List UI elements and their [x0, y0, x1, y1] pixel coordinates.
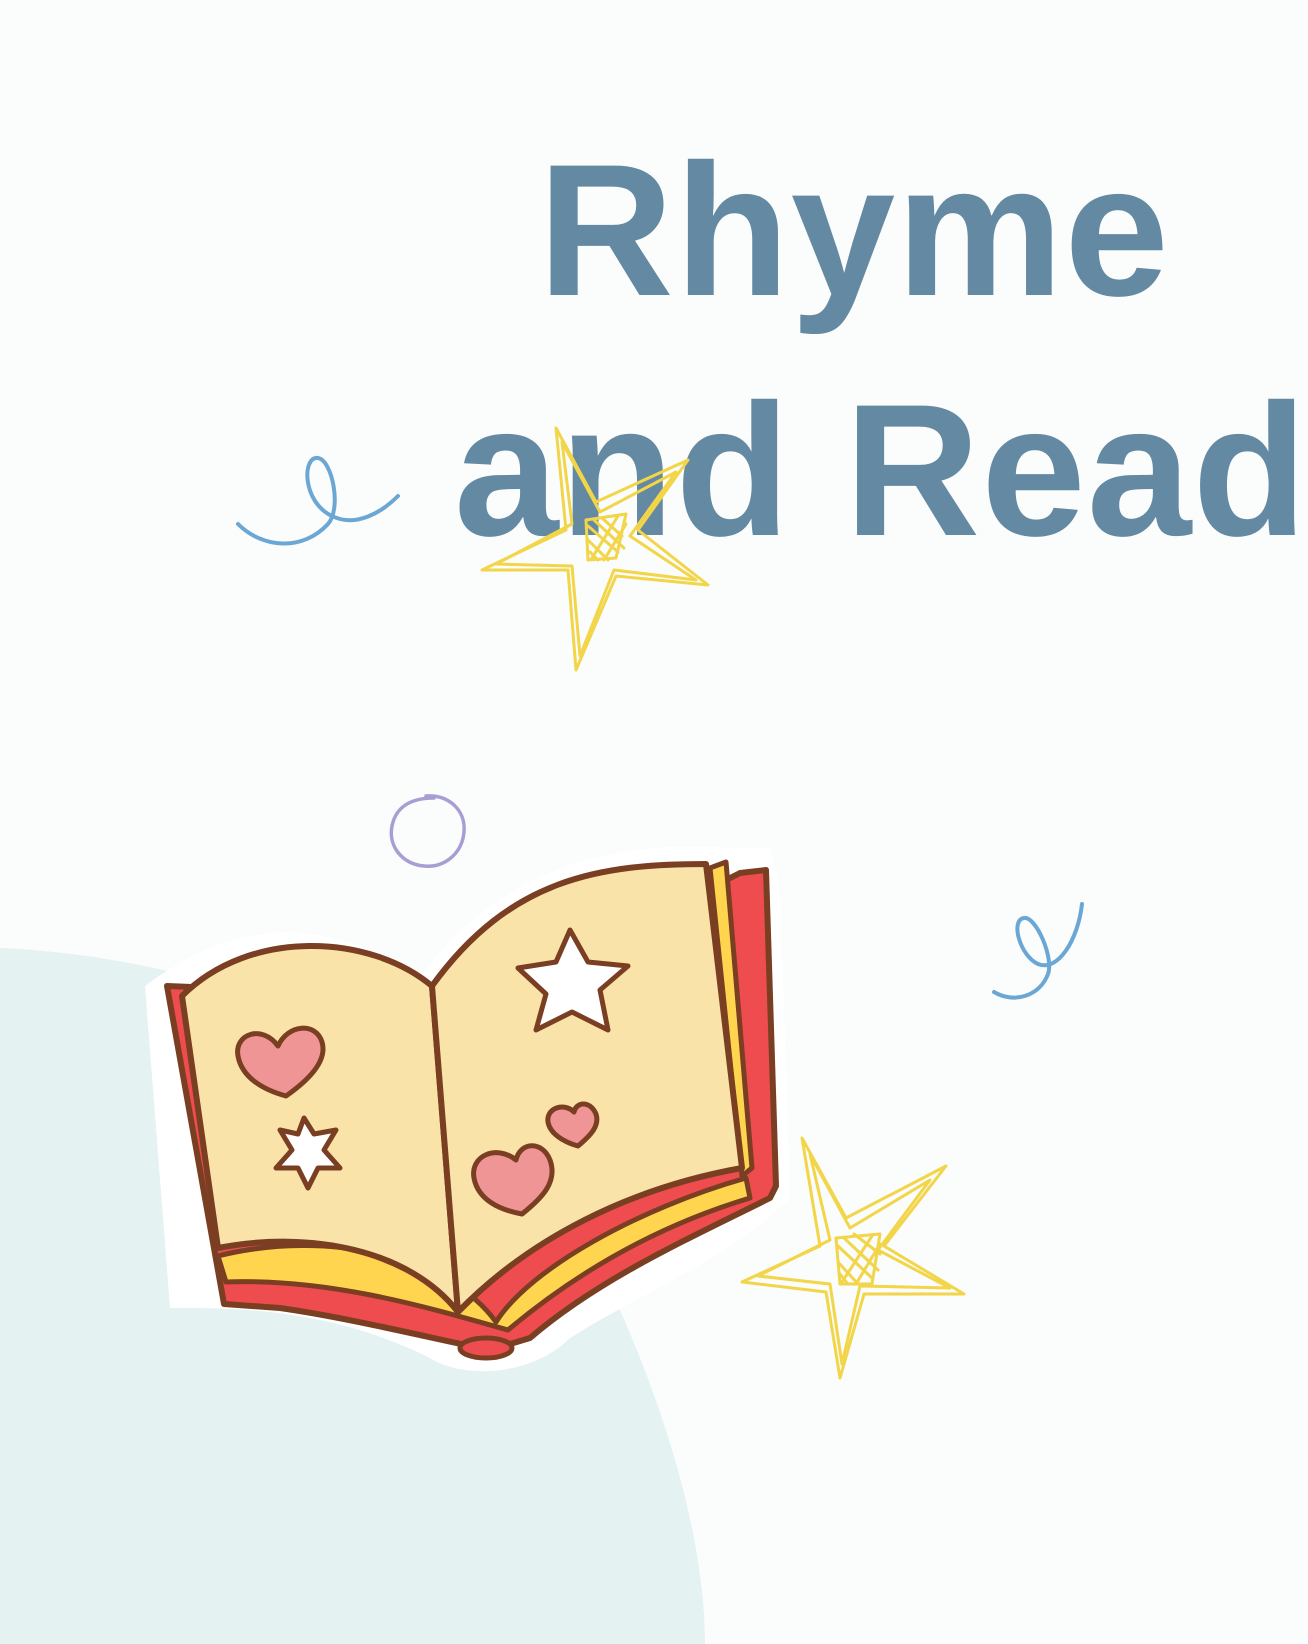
squiggle-icon — [236, 456, 400, 546]
star-doodle-icon — [480, 426, 710, 672]
poster-canvas: Rhyme and Read — [0, 0, 1308, 1644]
title-line-1: Rhyme — [538, 125, 1170, 335]
squiggle-icon — [992, 902, 1084, 1000]
open-book-icon — [145, 846, 790, 1372]
